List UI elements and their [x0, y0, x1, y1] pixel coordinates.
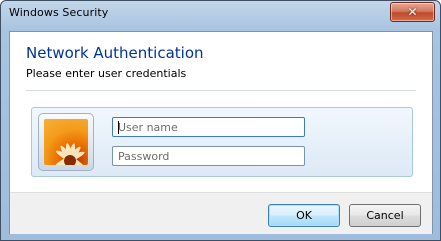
- close-button[interactable]: ✕: [390, 2, 435, 22]
- close-icon: ✕: [407, 5, 418, 19]
- dialog-content: Network Authentication Please enter user…: [9, 31, 433, 234]
- ok-button[interactable]: OK: [268, 204, 340, 227]
- dialog-instructions: Please enter user credentials: [26, 67, 187, 80]
- password-input[interactable]: [112, 146, 305, 166]
- cancel-button[interactable]: Cancel: [349, 204, 421, 227]
- dialog-window: Windows Security ✕ Network Authenticatio…: [0, 0, 441, 241]
- credential-tile: [31, 107, 413, 177]
- dialog-heading: Network Authentication: [26, 44, 204, 62]
- username-input[interactable]: [112, 117, 305, 137]
- window-title: Windows Security: [9, 6, 109, 19]
- text-caret: [118, 121, 119, 134]
- title-bar[interactable]: Windows Security ✕: [1, 1, 440, 25]
- header-divider: [26, 90, 416, 91]
- button-bar: OK Cancel: [10, 192, 432, 234]
- user-tile-flower-icon: [44, 119, 88, 165]
- avatar: [38, 113, 94, 171]
